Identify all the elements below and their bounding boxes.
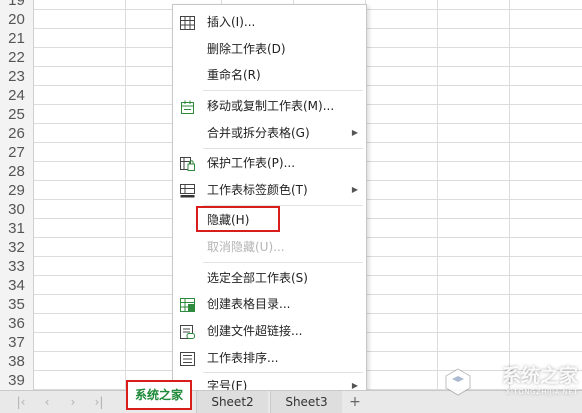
move-copy-icon	[180, 99, 195, 114]
next-sheet-icon[interactable]: ›	[66, 395, 80, 409]
row-header[interactable]: 28	[0, 162, 34, 181]
tab-color-icon	[180, 183, 195, 198]
sheet-tab-context-menu: 插入(I)... 删除工作表(D) 重命名(R) 移动或复制工作表(M)... …	[172, 4, 367, 400]
menu-item-label: 插入(I)...	[207, 15, 256, 29]
row-header[interactable]: 39	[0, 371, 34, 390]
add-sheet-button[interactable]: +	[348, 395, 362, 409]
row-header[interactable]: 27	[0, 143, 34, 162]
menu-item-protect-sheet[interactable]: 保护工作表(P)...	[173, 152, 366, 174]
column-gridline	[509, 0, 510, 392]
watermark: 系统之家 XITONGZHIJIA.NET	[443, 365, 578, 405]
submenu-arrow-icon: ▶	[351, 128, 358, 137]
row-header[interactable]: 29	[0, 181, 34, 200]
row-header[interactable]: 25	[0, 105, 34, 124]
menu-item-label: 删除工作表(D)	[207, 42, 286, 56]
first-sheet-icon[interactable]: |‹	[14, 395, 28, 409]
file-link-icon	[180, 324, 195, 339]
menu-item-label: 保护工作表(P)...	[207, 156, 296, 170]
submenu-arrow-icon: ▶	[351, 185, 358, 194]
sheet-tab-xitongzhijia[interactable]: 系统之家	[126, 380, 192, 410]
menu-item-label: 移动或复制工作表(M)...	[207, 99, 335, 113]
menu-separator	[203, 148, 363, 149]
menu-item-unhide: 取消隐藏(U)...	[173, 236, 366, 258]
menu-item-rename[interactable]: 重命名(R)	[173, 64, 366, 86]
row-header[interactable]: 35	[0, 295, 34, 314]
menu-item-sort-sheets[interactable]: 工作表排序...	[173, 347, 366, 369]
row-header[interactable]: 37	[0, 333, 34, 352]
menu-item-tab-color[interactable]: 工作表标签颜色(T) ▶	[173, 179, 366, 201]
sheet-tab-sheet3[interactable]: Sheet3	[270, 391, 342, 413]
last-sheet-icon[interactable]: ›|	[92, 395, 106, 409]
row-header[interactable]: 21	[0, 29, 34, 48]
prev-sheet-icon[interactable]: ‹	[40, 395, 54, 409]
row-header[interactable]: 26	[0, 124, 34, 143]
row-header[interactable]: 19	[0, 0, 34, 10]
row-header[interactable]: 34	[0, 276, 34, 295]
row-header[interactable]: 36	[0, 314, 34, 333]
table-index-icon	[180, 297, 195, 312]
row-header[interactable]: 23	[0, 67, 34, 86]
menu-separator	[203, 262, 363, 263]
row-header[interactable]: 33	[0, 257, 34, 276]
row-header[interactable]: 22	[0, 48, 34, 67]
protect-sheet-icon	[180, 156, 195, 171]
insert-table-icon	[180, 15, 195, 30]
column-gridline	[437, 0, 438, 392]
row-header[interactable]: 30	[0, 200, 34, 219]
menu-item-move-copy-sheet[interactable]: 移动或复制工作表(M)...	[173, 95, 366, 117]
menu-item-delete-sheet[interactable]: 删除工作表(D)	[173, 38, 366, 60]
sort-list-icon	[180, 351, 195, 366]
menu-item-label: 重命名(R)	[207, 68, 261, 82]
row-header[interactable]: 38	[0, 352, 34, 371]
menu-separator	[203, 372, 363, 373]
menu-item-label: 合并或拆分表格(G)	[207, 126, 310, 140]
menu-item-label: 工作表标签颜色(T)	[207, 183, 308, 197]
row-header[interactable]: 32	[0, 238, 34, 257]
row-header[interactable]: 20	[0, 10, 34, 29]
menu-item-label: 创建文件超链接...	[207, 324, 303, 338]
menu-separator	[203, 90, 363, 91]
menu-item-label: 创建表格目录...	[207, 297, 291, 311]
menu-item-merge-split-table[interactable]: 合并或拆分表格(G) ▶	[173, 122, 366, 144]
sheet-tab-sheet2[interactable]: Sheet2	[196, 391, 268, 413]
row-header[interactable]: 31	[0, 219, 34, 238]
menu-item-label: 取消隐藏(U)...	[207, 240, 285, 254]
row-header[interactable]: 24	[0, 86, 34, 105]
menu-item-label: 选定全部工作表(S)	[207, 271, 308, 285]
watermark-logo-icon	[445, 368, 471, 396]
menu-item-insert[interactable]: 插入(I)...	[173, 11, 366, 33]
menu-item-label: 工作表排序...	[207, 351, 279, 365]
hide-highlight-box	[196, 206, 280, 232]
column-gridline	[125, 0, 126, 392]
menu-item-create-file-hyperlink[interactable]: 创建文件超链接...	[173, 320, 366, 342]
menu-item-create-table-index[interactable]: 创建表格目录...	[173, 293, 366, 315]
menu-item-select-all-sheets[interactable]: 选定全部工作表(S)	[173, 267, 366, 289]
